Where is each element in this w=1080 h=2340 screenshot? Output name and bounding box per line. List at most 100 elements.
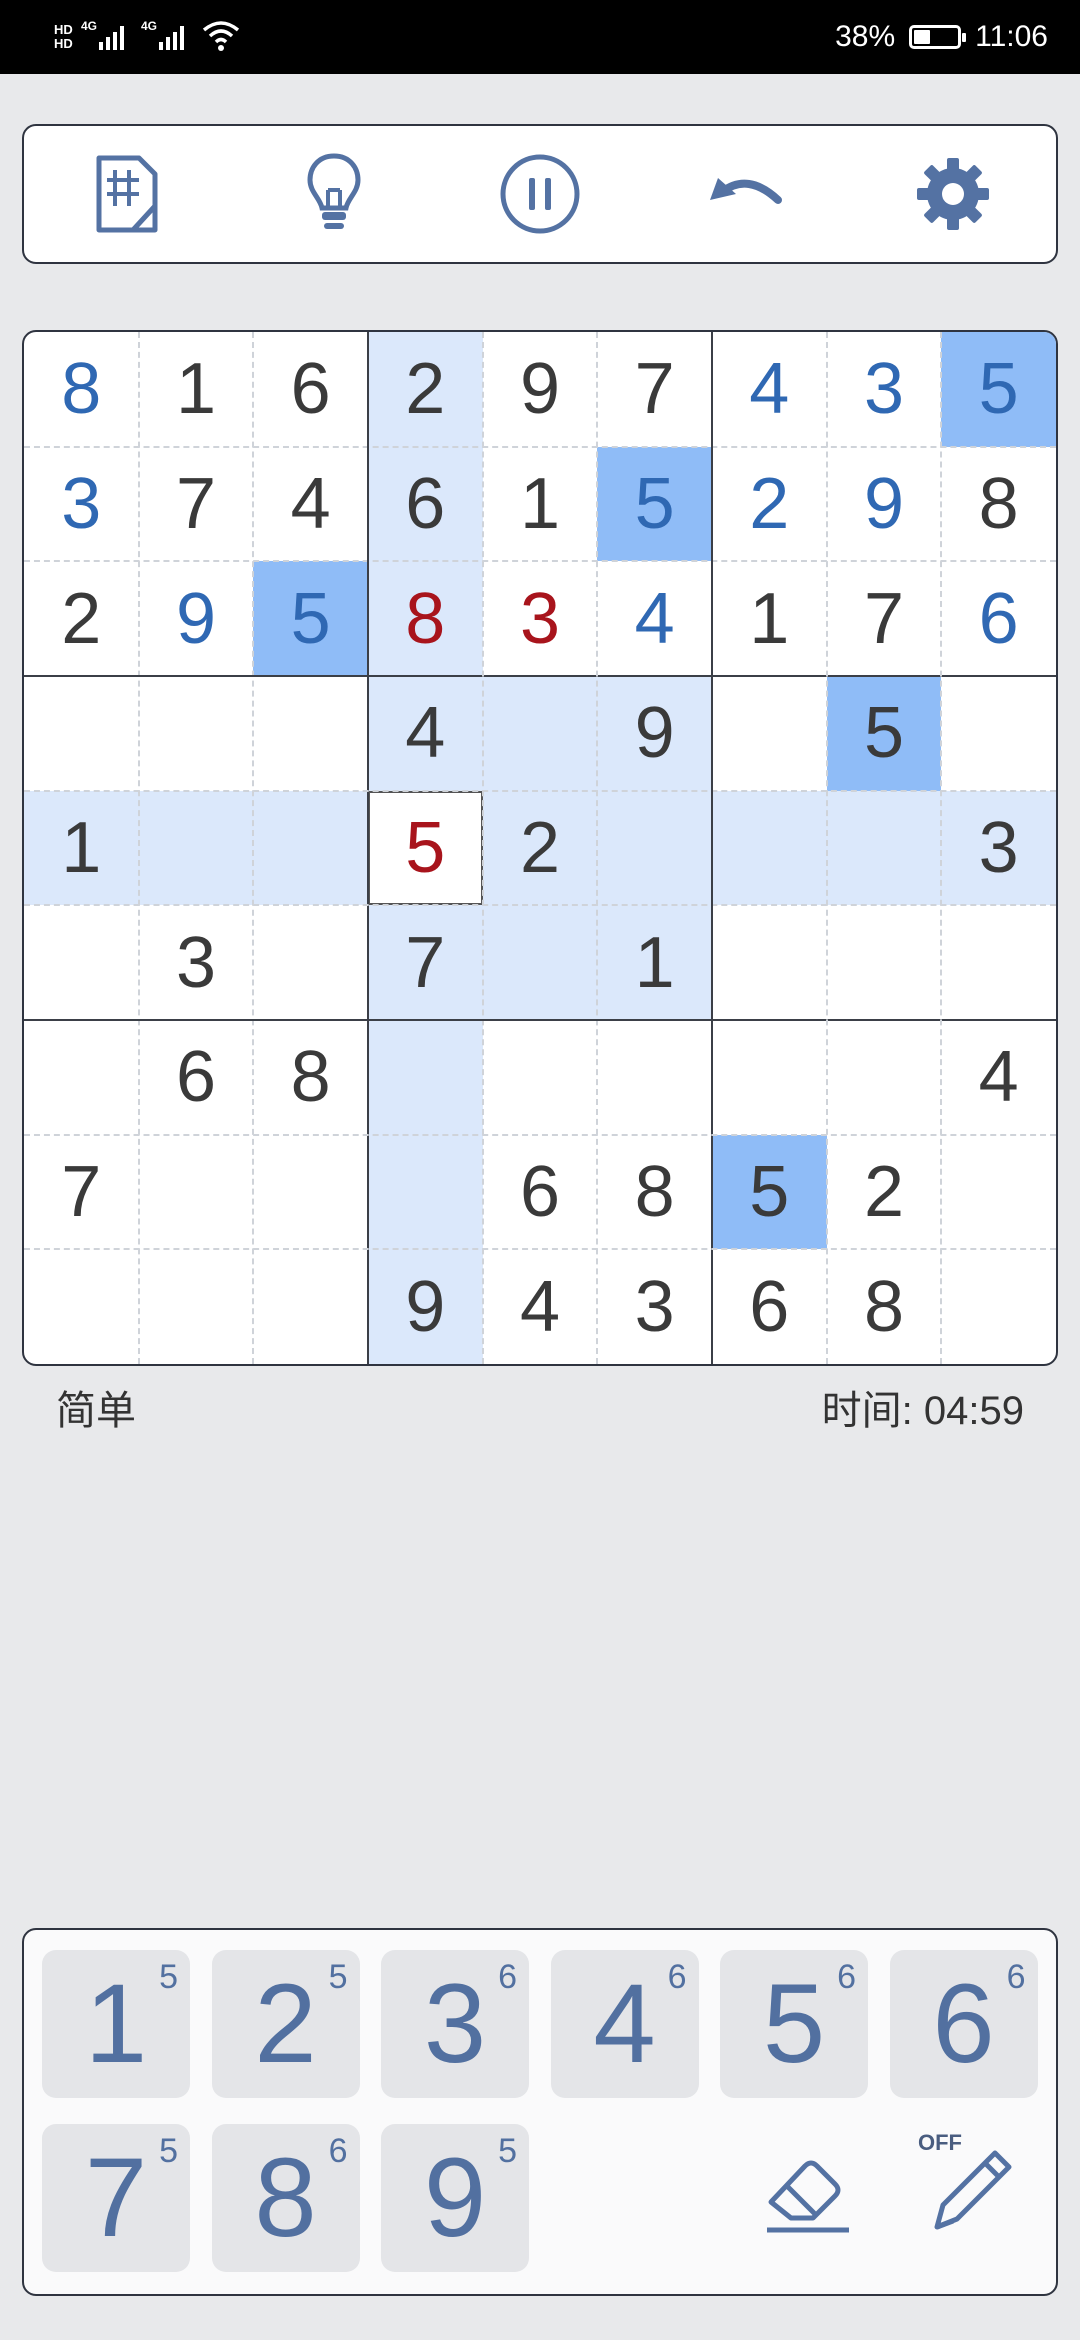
cell-r2-c6[interactable]: 5 — [597, 446, 712, 562]
notes-grid-icon[interactable] — [77, 144, 177, 244]
cell-r8-c9[interactable] — [941, 1135, 1056, 1250]
cell-r9-c9[interactable] — [941, 1249, 1056, 1364]
cell-r8-c2[interactable] — [139, 1135, 254, 1250]
cell-r1-c1[interactable]: 8 — [24, 332, 139, 447]
cell-r4-c2[interactable] — [139, 676, 254, 791]
cell-r8-c3[interactable] — [253, 1135, 368, 1250]
cell-r5-c3[interactable] — [253, 790, 368, 906]
cell-r2-c3[interactable]: 4 — [253, 447, 368, 562]
number-key-7[interactable]: 75 — [42, 2124, 190, 2272]
cell-r9-c4[interactable]: 9 — [368, 1249, 483, 1364]
cell-r5-c5[interactable]: 2 — [482, 790, 598, 906]
cell-r4-c1[interactable] — [24, 676, 139, 791]
undo-icon[interactable] — [696, 144, 796, 244]
cell-r7-c4[interactable] — [368, 1020, 483, 1135]
cell-r1-c4[interactable]: 2 — [368, 332, 483, 447]
cell-r1-c9[interactable]: 5 — [941, 332, 1056, 447]
cell-r9-c7[interactable]: 6 — [712, 1249, 827, 1364]
cell-r9-c8[interactable]: 8 — [827, 1249, 942, 1364]
cell-r6-c4[interactable]: 7 — [368, 905, 483, 1020]
cell-r6-c2[interactable]: 3 — [139, 905, 254, 1020]
network-type-2: 4G — [141, 19, 157, 33]
cell-r4-c3[interactable] — [253, 676, 368, 791]
hint-bulb-icon[interactable] — [284, 144, 384, 244]
cell-r1-c5[interactable]: 9 — [483, 332, 598, 447]
cell-r3-c8[interactable]: 7 — [827, 561, 942, 676]
cell-r9-c3[interactable] — [253, 1249, 368, 1364]
number-key-6[interactable]: 66 — [889, 1950, 1038, 2098]
cell-r4-c7[interactable] — [712, 676, 827, 791]
cell-r6-c8[interactable] — [827, 905, 942, 1020]
cell-r4-c4[interactable]: 4 — [368, 676, 483, 791]
cell-r6-c5[interactable] — [482, 905, 598, 1020]
number-key-4[interactable]: 46 — [550, 1950, 699, 2098]
cell-r7-c3[interactable]: 8 — [253, 1020, 368, 1135]
cell-r5-c6[interactable] — [597, 790, 712, 906]
cell-r7-c1[interactable] — [24, 1020, 139, 1135]
number-key-1[interactable]: 15 — [42, 1950, 190, 2098]
cell-r5-c4[interactable]: 5 — [368, 790, 483, 906]
battery-percent: 38% — [835, 20, 896, 53]
cell-r5-c9[interactable]: 3 — [941, 790, 1056, 906]
number-key-3[interactable]: 36 — [381, 1950, 529, 2098]
cell-r5-c1[interactable]: 1 — [24, 790, 139, 906]
cell-r1-c3[interactable]: 6 — [253, 332, 368, 447]
cell-r6-c3[interactable] — [253, 905, 368, 1020]
cell-r6-c7[interactable] — [712, 905, 827, 1020]
cell-r6-c9[interactable] — [941, 905, 1056, 1020]
cell-r8-c7[interactable]: 5 — [712, 1134, 827, 1250]
cell-r7-c8[interactable] — [827, 1020, 942, 1135]
cell-r4-c5[interactable] — [482, 676, 598, 791]
cell-r9-c5[interactable]: 4 — [483, 1249, 598, 1364]
cell-r3-c2[interactable]: 9 — [139, 561, 254, 676]
cell-r9-c6[interactable]: 3 — [597, 1249, 712, 1364]
pencil-button[interactable]: OFF — [918, 2130, 1028, 2240]
cell-r6-c6[interactable]: 1 — [597, 905, 712, 1020]
cell-r9-c2[interactable] — [139, 1249, 254, 1364]
number-key-5[interactable]: 56 — [720, 1950, 868, 2098]
cell-r2-c2[interactable]: 7 — [139, 447, 254, 562]
cell-r2-c7[interactable]: 2 — [712, 447, 827, 562]
cell-r1-c2[interactable]: 1 — [139, 332, 254, 447]
cell-r8-c1[interactable]: 7 — [24, 1135, 139, 1250]
cell-r8-c4[interactable] — [368, 1134, 483, 1250]
cell-r3-c1[interactable]: 2 — [24, 561, 139, 676]
cell-r2-c1[interactable]: 3 — [24, 447, 139, 562]
cell-r7-c7[interactable] — [712, 1020, 827, 1135]
cell-r9-c1[interactable] — [24, 1249, 139, 1364]
cell-r4-c8[interactable]: 5 — [826, 676, 942, 791]
eraser-button[interactable] — [754, 2136, 864, 2246]
cell-r1-c6[interactable]: 7 — [597, 332, 712, 447]
cell-r5-c2[interactable] — [138, 790, 254, 906]
cell-r7-c6[interactable] — [597, 1020, 712, 1135]
cell-r3-c6[interactable]: 4 — [597, 561, 712, 676]
cell-r8-c8[interactable]: 2 — [827, 1135, 942, 1250]
cell-r1-c8[interactable]: 3 — [827, 332, 942, 447]
cell-r8-c5[interactable]: 6 — [483, 1135, 598, 1250]
cell-r4-c6[interactable]: 9 — [597, 676, 712, 791]
cell-r3-c3[interactable]: 5 — [253, 561, 368, 676]
number-key-9[interactable]: 95 — [381, 2124, 529, 2272]
pause-icon[interactable] — [490, 144, 590, 244]
number-key-2[interactable]: 25 — [211, 1950, 360, 2098]
cell-r4-c9[interactable] — [941, 676, 1056, 791]
timer: 时间: 04:59 — [822, 1378, 1024, 1436]
cell-r2-c8[interactable]: 9 — [827, 447, 942, 562]
cell-r7-c2[interactable]: 6 — [139, 1020, 254, 1135]
cell-r5-c7[interactable] — [712, 790, 827, 906]
settings-gear-icon[interactable] — [903, 144, 1003, 244]
cell-r3-c9[interactable]: 6 — [941, 561, 1056, 676]
cell-r2-c5[interactable]: 1 — [483, 447, 598, 562]
cell-r5-c8[interactable] — [826, 790, 942, 906]
cell-r8-c6[interactable]: 8 — [597, 1135, 712, 1250]
cell-r6-c1[interactable] — [24, 905, 139, 1020]
cell-r2-c9[interactable]: 8 — [941, 447, 1056, 562]
cell-r1-c7[interactable]: 4 — [712, 332, 827, 447]
cell-r3-c4[interactable]: 8 — [368, 561, 483, 676]
number-key-8[interactable]: 86 — [211, 2124, 360, 2272]
cell-r3-c5[interactable]: 3 — [483, 561, 598, 676]
cell-r2-c4[interactable]: 6 — [368, 446, 483, 562]
cell-r3-c7[interactable]: 1 — [712, 561, 827, 676]
cell-r7-c5[interactable] — [483, 1020, 598, 1135]
cell-r7-c9[interactable]: 4 — [941, 1020, 1056, 1135]
